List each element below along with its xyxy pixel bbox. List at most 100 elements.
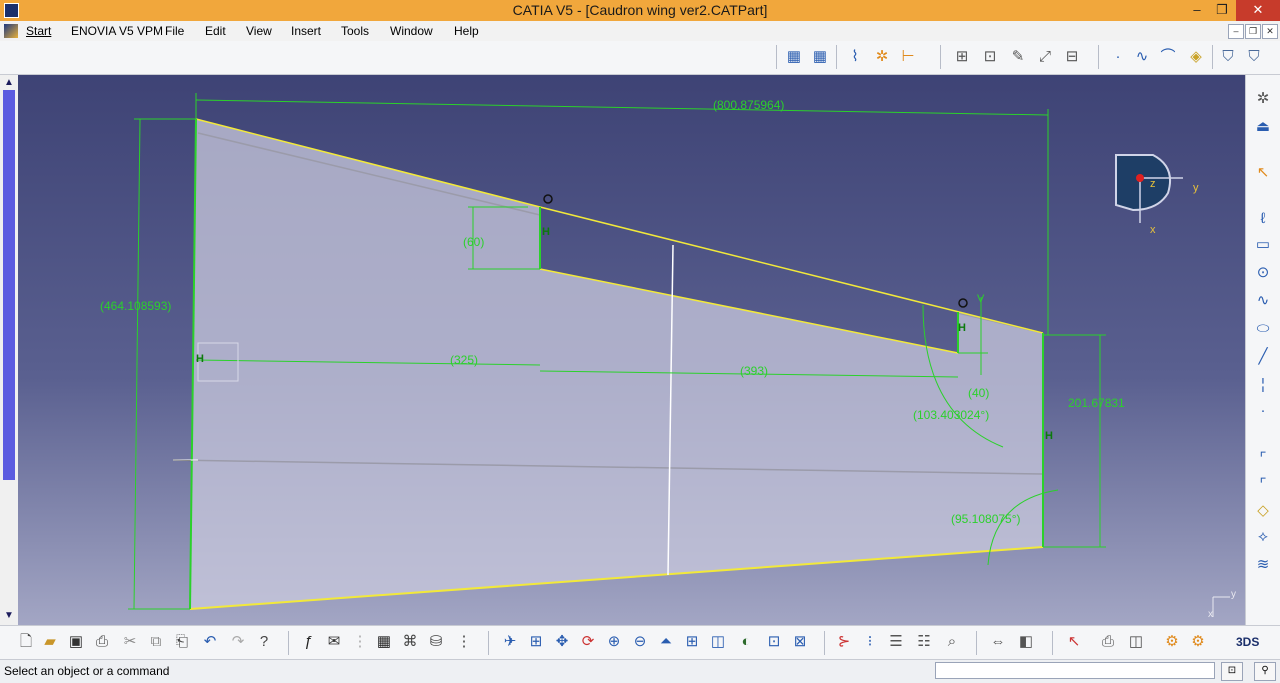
sketch-analysis-icon[interactable]: ☷	[914, 632, 934, 652]
command-history-button[interactable]: ⊡	[1221, 662, 1243, 681]
dim-angle-lower[interactable]: (95.108075°)	[951, 512, 1021, 526]
multi-view-icon[interactable]: ⊞	[682, 632, 702, 652]
table-icon[interactable]: ▦	[374, 632, 394, 652]
conic-icon[interactable]: ⌒	[1158, 47, 1178, 67]
menu-insert[interactable]: Insert	[291, 24, 321, 38]
fly-icon[interactable]: ✲	[1253, 89, 1273, 109]
dim-step2-drop[interactable]: (40)	[968, 386, 989, 400]
iso-view-icon[interactable]: ◫	[708, 632, 728, 652]
catalog-icon[interactable]: ⛁	[426, 632, 446, 652]
cut-icon[interactable]: ✂	[120, 632, 140, 652]
project-icon[interactable]: ⊟	[1062, 47, 1082, 67]
rules-icon[interactable]: ⋮	[350, 632, 370, 652]
dim-step1-drop[interactable]: (60)	[463, 235, 484, 249]
select-mode-icon[interactable]: ↖	[1064, 632, 1084, 652]
update-icon[interactable]: ◈	[1186, 47, 1206, 67]
constraint-h-tip[interactable]: H	[1045, 430, 1053, 442]
point-icon[interactable]: ·	[1253, 401, 1273, 421]
rectangle-icon[interactable]: ▭	[1253, 235, 1273, 255]
project-3d-icon[interactable]: ⊡	[980, 47, 1000, 67]
menu-tools[interactable]: Tools	[341, 24, 369, 38]
constraint-h-step1[interactable]: H	[542, 226, 550, 238]
normal-view-icon[interactable]: ⏶	[656, 632, 676, 652]
coincidence-icon[interactable]	[958, 298, 968, 308]
select-icon[interactable]: ↖	[1253, 163, 1273, 183]
exit-sketch-icon[interactable]: ⛉	[1218, 47, 1238, 67]
menu-start[interactable]: Start	[26, 24, 51, 38]
ellipse-icon[interactable]: ⬭	[1253, 319, 1273, 339]
auto-dimension-icon[interactable]: ⚙	[1188, 632, 1208, 652]
cut-by-plane-icon[interactable]: ⇔	[988, 632, 1008, 652]
print-icon[interactable]: ⎙	[92, 632, 112, 652]
document-icon[interactable]	[4, 24, 18, 38]
paste-icon[interactable]: ⎗	[172, 632, 192, 652]
spline-icon[interactable]: ∿	[1132, 47, 1152, 67]
formula-icon[interactable]: ƒ	[298, 632, 318, 652]
coincidence-icon[interactable]	[543, 194, 553, 204]
axis-icon[interactable]: ¦	[1253, 375, 1273, 395]
mirror-icon[interactable]: ⟡	[1253, 527, 1273, 547]
fly-mode-icon[interactable]: ✈	[500, 632, 520, 652]
grid-icon[interactable]: ▦	[784, 47, 804, 67]
sketch-viewport[interactable]: H H H H V (800.875964) (464.108593) (60)…	[18, 75, 1245, 625]
auto-search-icon[interactable]: ⚙	[1162, 632, 1182, 652]
dim-angle-upper[interactable]: (103.403024°)	[913, 408, 989, 422]
shading-icon[interactable]: ◐	[736, 632, 756, 652]
exit-workbench-icon[interactable]: ⏏	[1253, 117, 1273, 137]
dim-overall-height[interactable]: (464.108593)	[100, 299, 171, 313]
scroll-thumb[interactable]	[3, 90, 15, 480]
line-icon[interactable]: ╱	[1253, 347, 1273, 367]
open-icon[interactable]: ▰	[40, 632, 60, 652]
cut-part-icon[interactable]: ⊞	[952, 47, 972, 67]
menu-enovia[interactable]: ENOVIA V5 VPM	[71, 24, 163, 38]
dim-tip-height[interactable]: 201.67831	[1068, 396, 1125, 410]
copy-icon[interactable]: ⧉	[146, 632, 166, 652]
knowledge-icon[interactable]: ✉	[324, 632, 344, 652]
output-feature-icon[interactable]: ◧	[1016, 632, 1036, 652]
constraint-h-root[interactable]: H	[196, 353, 204, 365]
snap-grid-icon[interactable]: ▦	[810, 47, 830, 67]
intersect-icon[interactable]: ✎	[1008, 47, 1028, 67]
circle-icon[interactable]: ⊙	[1253, 263, 1273, 283]
pan-icon[interactable]: ✥	[552, 632, 572, 652]
new-icon[interactable]: 🗋	[16, 632, 36, 652]
instant-2d-icon[interactable]: ⎙	[1098, 632, 1118, 652]
corner-icon[interactable]: ⌜	[1253, 449, 1273, 469]
compass-origin-icon[interactable]	[1136, 174, 1144, 182]
save-icon[interactable]: ▣	[66, 632, 86, 652]
zoom-out-icon[interactable]: ⊖	[630, 632, 650, 652]
menu-view[interactable]: View	[246, 24, 272, 38]
mdi-close-button[interactable]: ✕	[1262, 24, 1278, 39]
help-icon[interactable]: ?	[254, 632, 274, 652]
constraint-h-step2[interactable]: H	[958, 322, 966, 334]
trim-icon[interactable]: ◇	[1253, 501, 1273, 521]
close-button[interactable]: ✕	[1236, 0, 1280, 21]
menu-help[interactable]: Help	[454, 24, 479, 38]
measure-icon[interactable]: ⊱	[834, 632, 854, 652]
sketch-solving-icon[interactable]: ⁝	[860, 632, 880, 652]
chamfer-icon[interactable]: ⌜	[1253, 475, 1273, 495]
zoom-in-icon[interactable]: ⊕	[604, 632, 624, 652]
spline-icon[interactable]: ∿	[1253, 291, 1273, 311]
vertical-scrollbar[interactable]: ▲ ▼	[0, 75, 18, 625]
point-icon[interactable]: ·	[1108, 47, 1128, 67]
restore-button[interactable]: ❐	[1208, 0, 1236, 21]
tree-icon[interactable]: ⌘	[400, 632, 420, 652]
constraint-analysis-icon[interactable]: ☰	[886, 632, 906, 652]
scroll-down-icon[interactable]: ▼	[2, 610, 16, 622]
dimensional-constraints-icon[interactable]: ⊢	[898, 47, 918, 67]
power-input-button[interactable]: ⚲	[1254, 662, 1276, 681]
minimize-button[interactable]: –	[1183, 0, 1211, 21]
menu-edit[interactable]: Edit	[205, 24, 226, 38]
construction-icon[interactable]: ⌇	[845, 47, 865, 67]
swap-visible-icon[interactable]: ⊠	[790, 632, 810, 652]
offset-icon[interactable]: ⤢	[1035, 47, 1055, 67]
undo-icon[interactable]: ↶	[200, 632, 220, 652]
constraint-v-step2[interactable]: V	[977, 293, 985, 305]
rotate-icon[interactable]: ⟳	[578, 632, 598, 652]
workbench-icon[interactable]: ⛉	[1244, 47, 1264, 67]
compass-toggle-icon[interactable]: ◫	[1126, 632, 1146, 652]
command-input[interactable]	[935, 662, 1215, 679]
dim-overall-width[interactable]: (800.875964)	[713, 98, 784, 112]
analyze-icon[interactable]: ⌕	[942, 632, 962, 652]
